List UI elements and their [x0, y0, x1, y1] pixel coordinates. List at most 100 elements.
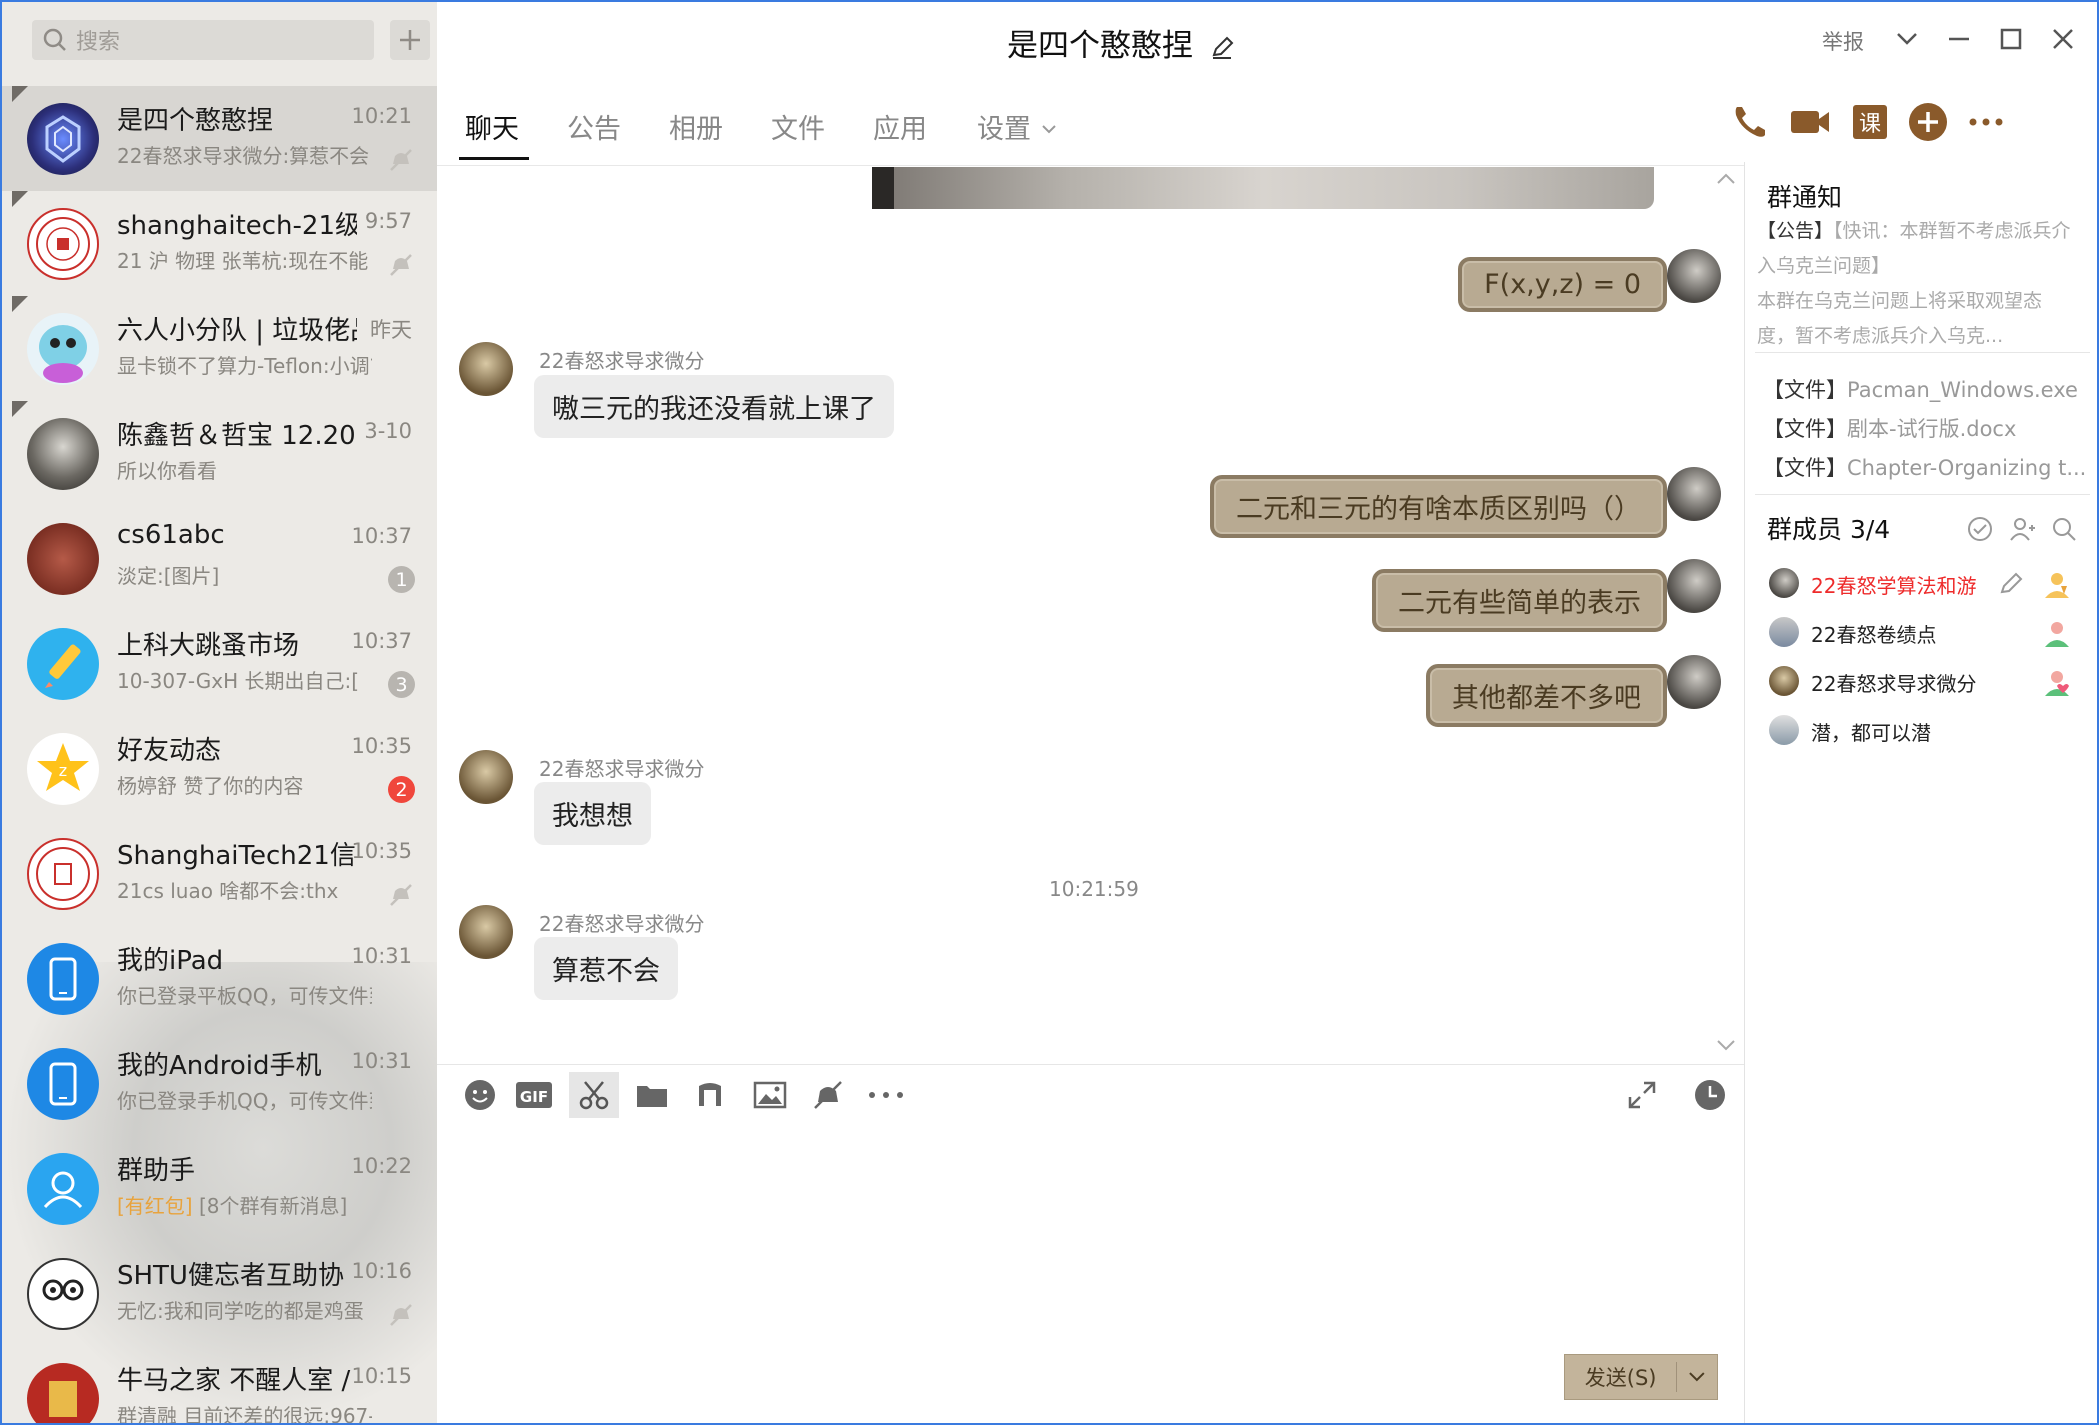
- chat-preview: 你已登录平板QQ，可传文件到: [117, 984, 372, 1008]
- message-bubble[interactable]: F(x,y,z) = 0: [1458, 257, 1667, 312]
- maximize-icon[interactable]: [1999, 24, 2023, 54]
- image-message[interactable]: [872, 167, 1654, 209]
- scroll-up-icon[interactable]: [1715, 171, 1737, 187]
- message-bubble[interactable]: 嗷三元的我还没看就上课了: [534, 375, 894, 438]
- message-bubble[interactable]: 算惹不会: [534, 937, 678, 1000]
- avatar[interactable]: [459, 342, 513, 396]
- gif-button[interactable]: GIF: [511, 1072, 557, 1118]
- more-icon[interactable]: [1963, 99, 2009, 145]
- chat-time: 10:31: [351, 944, 412, 968]
- owner-icon: [2045, 573, 2069, 598]
- avatar[interactable]: [459, 750, 513, 804]
- chat-item[interactable]: 上科大跳蚤市场 10:37 10-307-GxH 长期出自己:[ 3: [2, 611, 437, 716]
- image-icon: [753, 1081, 787, 1109]
- classroom-icon[interactable]: 课: [1847, 99, 1893, 145]
- chat-item[interactable]: ShanghaiTech21信 10:35 21cs luao 啥都不会:thx: [2, 821, 437, 926]
- avatar: [1769, 715, 1799, 745]
- message-bubble[interactable]: 二元和三元的有啥本质区别吗（）: [1210, 475, 1667, 538]
- chat-name: 六人小分队 | 垃圾佬品: [117, 316, 357, 346]
- chat-time: 10:37: [351, 629, 412, 653]
- search-icon[interactable]: [2049, 514, 2079, 544]
- avatar[interactable]: [1667, 249, 1721, 303]
- member-row[interactable]: 22春怒卷绩点: [1769, 613, 2089, 653]
- message-bubble[interactable]: 其他都差不多吧: [1426, 664, 1667, 727]
- music-button[interactable]: [687, 1072, 733, 1118]
- image-button[interactable]: [747, 1072, 793, 1118]
- message-area[interactable]: F(x,y,z) = 0 22春怒求导求微分 嗷三元的我还没看就上课了 二元和三…: [437, 167, 1742, 1062]
- tab-settings[interactable]: 设置: [977, 107, 1058, 146]
- chat-item[interactable]: 牛马之家 不醒人室 / 10:15 群清融 目前还差的很远:967-68: [2, 1346, 437, 1423]
- member-row[interactable]: 潜，都可以潜: [1769, 711, 2089, 751]
- close-icon[interactable]: [2051, 24, 2075, 54]
- chevron-down-icon[interactable]: [1895, 24, 1919, 54]
- edit-icon[interactable]: [1209, 35, 1235, 61]
- phone-icon[interactable]: [1727, 99, 1773, 145]
- tab-announcement[interactable]: 公告: [567, 107, 621, 146]
- create-button[interactable]: [390, 20, 430, 60]
- file-item[interactable]: 【文件】Chapter-Organizing t...: [1763, 452, 2088, 482]
- expand-button[interactable]: [1619, 1072, 1665, 1118]
- send-button[interactable]: 发送(S): [1564, 1354, 1718, 1400]
- add-member-icon[interactable]: [2007, 514, 2037, 544]
- video-call-icon[interactable]: [1787, 99, 1833, 145]
- avatar: [1769, 666, 1799, 696]
- chat-item[interactable]: 六人小分队 | 垃圾佬品 昨天 显卡锁不了算力-Teflon:小调?: [2, 296, 437, 401]
- tab-chat[interactable]: 聊天: [465, 107, 519, 146]
- avatar[interactable]: [1667, 655, 1721, 709]
- history-button[interactable]: [1687, 1072, 1733, 1118]
- chat-preview: 所以你看看: [117, 459, 217, 483]
- member-row[interactable]: 22春怒学算法和游: [1769, 564, 2089, 604]
- search-placeholder: 搜索: [76, 30, 121, 55]
- file-item[interactable]: 【文件】剧本-试行版.docx: [1763, 413, 2088, 443]
- member-name: 22春怒卷绩点: [1811, 623, 1937, 647]
- tab-album[interactable]: 相册: [669, 107, 723, 146]
- member-name: 22春怒学算法和游: [1811, 574, 1977, 598]
- chat-name: cs61abc: [117, 520, 225, 550]
- report-button[interactable]: 举报: [1822, 26, 1864, 56]
- header-divider: [437, 165, 1747, 166]
- avatar[interactable]: [1667, 467, 1721, 521]
- avatar[interactable]: [459, 905, 513, 959]
- chat-item[interactable]: 陈鑫哲＆哲宝 12.20 3-10 所以你看看: [2, 401, 437, 506]
- more-tools-button[interactable]: [863, 1072, 909, 1118]
- folder-icon: [637, 1086, 667, 1107]
- bell-off-icon: [814, 1081, 842, 1109]
- chat-item[interactable]: 我的Android手机 10:31 你已登录手机QQ，可传文件到: [2, 1031, 437, 1136]
- chat-item[interactable]: cs61abc 10:37 淡定:[图片] 1: [2, 506, 437, 611]
- avatar: [27, 103, 99, 175]
- notice-content[interactable]: 【公告】【快讯：本群暂不考虑派兵介入乌克兰问题】 本群在乌克兰问题上将采取观望态度…: [1757, 214, 2072, 354]
- minimize-icon[interactable]: [1947, 24, 1971, 54]
- member-status-icon[interactable]: [1965, 514, 1995, 544]
- message-bubble[interactable]: 我想想: [534, 782, 651, 845]
- chat-item[interactable]: shanghaitech-21级之 9:57 21 沪 物理 张苇杭:现在不能: [2, 191, 437, 296]
- chat-time: 3-10: [364, 419, 412, 443]
- chat-item[interactable]: 我的iPad 10:31 你已登录平板QQ，可传文件到: [2, 926, 437, 1031]
- chat-item[interactable]: z 好友动态 10:35 杨婷舒 赞了你的内容 2: [2, 716, 437, 821]
- sender-name: 22春怒求导求微分: [539, 912, 705, 936]
- file-button[interactable]: [629, 1072, 675, 1118]
- search-input[interactable]: 搜索: [32, 20, 374, 60]
- member-row[interactable]: 22春怒求导求微分: [1769, 662, 2089, 702]
- file-item[interactable]: 【文件】Pacman_Windows.exe: [1763, 374, 2088, 404]
- chat-title[interactable]: 是四个憨憨捏: [1007, 20, 1235, 65]
- chat-item[interactable]: 群助手 10:22 [有红包] [8个群有新消息]: [2, 1136, 437, 1241]
- message-bubble[interactable]: 二元有些简单的表示: [1372, 569, 1667, 632]
- edit-icon[interactable]: [1997, 570, 2025, 598]
- avatar[interactable]: [1667, 559, 1721, 613]
- emoji-button[interactable]: [457, 1072, 503, 1118]
- tab-files[interactable]: 文件: [771, 107, 825, 146]
- member-name: 22春怒求导求微分: [1811, 672, 1977, 696]
- chat-item[interactable]: 是四个憨憨捏 10:21 22春怒求导求微分:算惹不会: [2, 86, 437, 191]
- screenshot-button[interactable]: [569, 1072, 619, 1118]
- unread-badge: 2: [388, 776, 415, 803]
- scroll-down-icon[interactable]: [1715, 1037, 1737, 1053]
- tab-apps[interactable]: 应用: [873, 107, 927, 146]
- chat-name: 我的Android手机: [117, 1051, 322, 1081]
- chevron-down-icon[interactable]: [1677, 1367, 1717, 1387]
- chat-item[interactable]: SHTU健忘者互助协 10:16 无忆:我和同学吃的都是鸡蛋: [2, 1241, 437, 1346]
- avatar: [27, 943, 99, 1015]
- mute-notify-button[interactable]: [805, 1072, 851, 1118]
- notice-title: 群通知: [1767, 183, 1843, 212]
- add-circle-icon[interactable]: [1905, 99, 1951, 145]
- chevron-down-icon: [1041, 125, 1056, 134]
